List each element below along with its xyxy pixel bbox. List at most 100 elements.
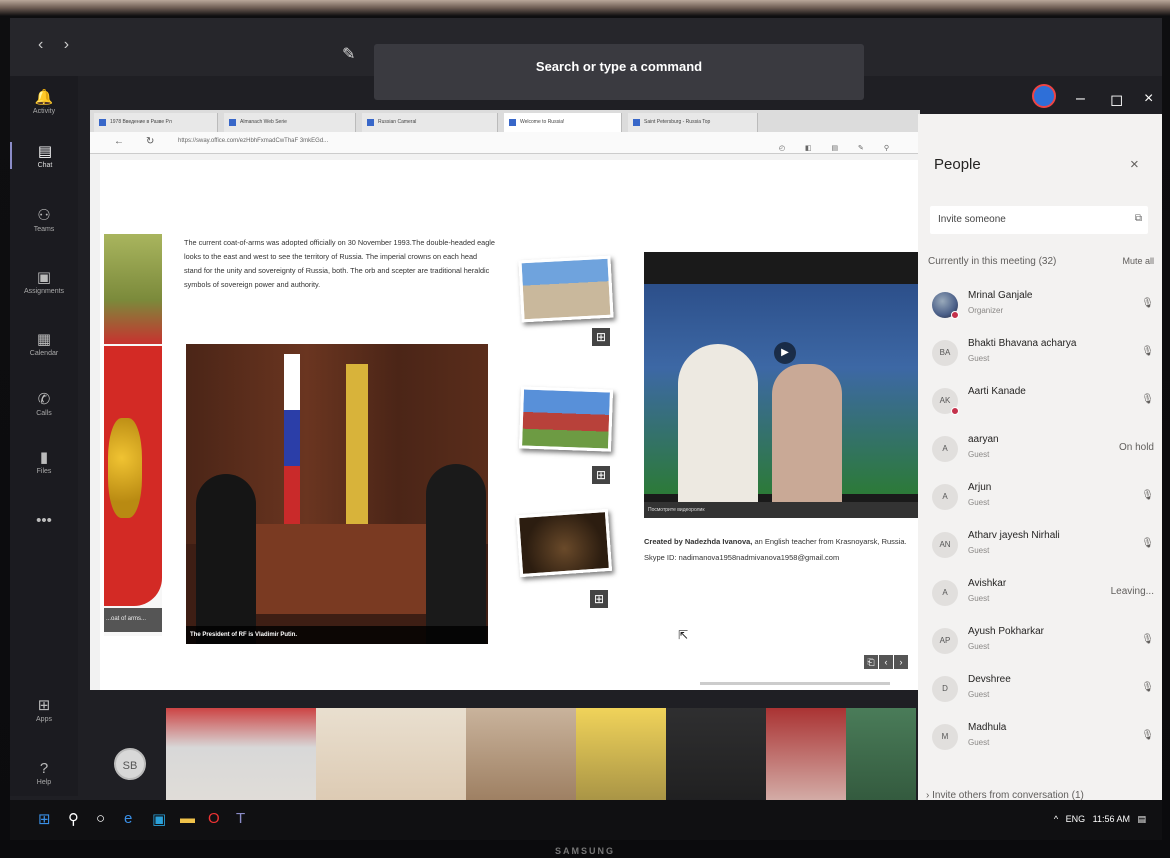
self-video-avatar[interactable]: SB (114, 748, 146, 780)
navigation-icon[interactable]: ⎗ (864, 655, 878, 669)
teams-icon: ⚇ (37, 207, 51, 224)
mute-all-button[interactable]: Mute all (1122, 256, 1154, 266)
clock[interactable]: 11:56 AM (1093, 814, 1130, 824)
back-icon[interactable]: ← (114, 136, 124, 147)
teams-taskbar-icon[interactable]: T (236, 810, 245, 827)
participant-status[interactable]: 🎙 (1141, 394, 1154, 405)
opera-icon[interactable]: O (208, 810, 220, 827)
gallery-grid-icon[interactable]: ⊞ (592, 328, 610, 346)
participant-role: Organizer (968, 306, 1004, 315)
close-window-button[interactable]: × (1144, 90, 1153, 108)
participant-status[interactable]: 🎙 (1141, 634, 1154, 645)
browser-tab[interactable]: Almanach Web Serie (224, 113, 356, 132)
rail-more[interactable]: ••• (10, 512, 78, 531)
participant-row[interactable]: A Arjun Guest 🎙 (932, 480, 1154, 520)
meeting-section-header[interactable]: Currently in this meeting (32) Mute all (928, 256, 1154, 267)
avatar-initials: A (942, 444, 948, 453)
participant-avatar (932, 292, 959, 319)
search-icon[interactable]: ⚲ (68, 810, 79, 828)
bear-thumbnail[interactable] (515, 508, 613, 578)
participant-status[interactable]: On hold (1119, 442, 1154, 453)
participant-row[interactable]: AP Ayush Pokharkar Guest 🎙 (932, 624, 1154, 664)
participant-row[interactable]: Aaaryan Guest On hold (932, 432, 1154, 472)
participant-status[interactable]: 🎙 (1141, 730, 1154, 741)
avatar-initials: A (942, 492, 948, 501)
participant-name: Aarti Kanade (968, 386, 1026, 397)
notification-icon[interactable]: ▤ (1137, 814, 1146, 824)
rail-calls[interactable]: ✆ Calls (10, 390, 78, 417)
rail-activity[interactable]: 🔔 Activity (10, 88, 78, 115)
restore-button[interactable]: ◻ (1110, 90, 1123, 110)
avatar-initials: AP (939, 636, 951, 645)
president-photo[interactable]: The President of RF is Vladimir Putin. (186, 344, 488, 644)
gallery-grid-icon[interactable]: ⊞ (590, 590, 608, 608)
participant-name: Madhula (968, 722, 1007, 733)
participant-avatar: D (932, 676, 958, 702)
participant-name: Ayush Pokharkar (968, 626, 1044, 637)
participant-row[interactable]: BA Bhakti Bhavana acharya Guest 🎙 (932, 336, 1154, 376)
url-field[interactable]: https://sway.office.com/ezHbhFxmadCwThaF… (178, 138, 328, 144)
rail-help[interactable]: ? Help (10, 760, 78, 786)
windows-start-icon[interactable]: ⊞ (38, 810, 51, 828)
forward-arrow-icon[interactable]: › (64, 36, 69, 53)
stadium-scene (644, 284, 924, 518)
rail-chat[interactable]: ▤ Chat (10, 142, 78, 169)
rail-calendar[interactable]: ▦ Calendar (10, 330, 78, 357)
horizontal-scrollbar[interactable] (700, 682, 890, 685)
participant-status[interactable]: 🎙 (1141, 682, 1154, 693)
world-cup-video[interactable]: ▶ Посмотрите видеоролик (644, 252, 924, 518)
close-panel-icon[interactable]: × (1130, 156, 1139, 173)
coat-of-arms-card[interactable]: ...oat of arms... (104, 234, 162, 636)
new-chat-compose-icon[interactable]: ✎ (342, 44, 355, 64)
play-icon[interactable]: ▶ (774, 342, 796, 364)
invite-input[interactable]: Invite someone ⧉ (930, 206, 1148, 234)
participant-row[interactable]: A Avishkar Guest Leaving... (932, 576, 1154, 616)
browser-tab[interactable]: Saint Petersburg - Russia Top (628, 113, 758, 132)
participant-role: Guest (968, 690, 990, 699)
participant-status[interactable]: Leaving... (1111, 586, 1154, 597)
history-nav: ‹ › (38, 36, 85, 54)
russian-flag (284, 354, 300, 524)
file-explorer-icon[interactable]: ▬ (180, 810, 195, 827)
back-arrow-icon[interactable]: ‹ (38, 36, 43, 53)
rail-teams[interactable]: ⚇ Teams (10, 206, 78, 233)
browser-tab[interactable]: Russian Cameral (362, 113, 498, 132)
search-command-box[interactable]: Search or type a command (374, 44, 864, 100)
minimize-button[interactable]: – (1076, 90, 1085, 108)
tray-chevron-icon[interactable]: ^ (1054, 814, 1058, 824)
participant-row[interactable]: Mrinal Ganjale Organizer 🎙 (932, 288, 1154, 328)
refresh-icon[interactable]: ↻ (146, 136, 154, 147)
cathedral-thumbnail[interactable] (518, 386, 614, 452)
participant-status[interactable]: 🎙 (1141, 298, 1154, 309)
photoshop-icon[interactable]: ▣ (152, 810, 166, 828)
browser-tab-active[interactable]: Welcome to Russia! (504, 113, 622, 132)
participant-status[interactable]: 🎙 (1141, 538, 1154, 549)
browser-tab[interactable]: 1978 Введение в Разве Рл (94, 113, 218, 132)
participant-status[interactable]: 🎙 (1141, 346, 1154, 357)
participant-row[interactable]: M Madhula Guest 🎙 (932, 720, 1154, 760)
sway-toolbar-icons[interactable]: ◴ ◧ ▤ ✎ ⚲ (779, 144, 898, 152)
participant-row[interactable]: AK Aarti Kanade 🎙 (932, 384, 1154, 424)
rail-apps[interactable]: ⊞ Apps (10, 696, 78, 723)
profile-avatar[interactable] (1032, 84, 1056, 108)
participant-row[interactable]: AN Atharv jayesh Nirhali Guest 🎙 (932, 528, 1154, 568)
presidential-flag (346, 364, 368, 524)
participant-row[interactable]: D Devshree Guest 🎙 (932, 672, 1154, 712)
screen: ‹ › ✎ Search or type a command – ◻ × 🔔 Ac… (10, 18, 1162, 840)
windows-taskbar: ⊞ ⚲ ○ e ▣ ▬ O T ^ ENG 11:56 AM ▤ (10, 800, 1162, 840)
rail-files[interactable]: ▮ Files (10, 448, 78, 475)
cortana-icon[interactable]: ○ (96, 810, 105, 827)
edge-browser-icon[interactable]: e (124, 810, 132, 827)
gallery-grid-icon[interactable]: ⊞ (592, 466, 610, 484)
participant-status[interactable]: 🎙 (1141, 490, 1154, 501)
bolshoi-theatre-thumbnail[interactable] (518, 255, 614, 323)
next-icon[interactable]: › (894, 655, 908, 669)
rail-assignments[interactable]: ▣ Assignments (10, 268, 78, 295)
language-indicator[interactable]: ENG (1066, 814, 1086, 824)
participant-avatar: AP (932, 628, 958, 654)
previous-icon[interactable]: ‹ (879, 655, 893, 669)
copy-link-icon[interactable]: ⧉ (1135, 213, 1142, 224)
rail-label: Activity (32, 108, 56, 115)
participant-avatar: AK (932, 388, 959, 415)
rail-label: Help (36, 779, 52, 786)
